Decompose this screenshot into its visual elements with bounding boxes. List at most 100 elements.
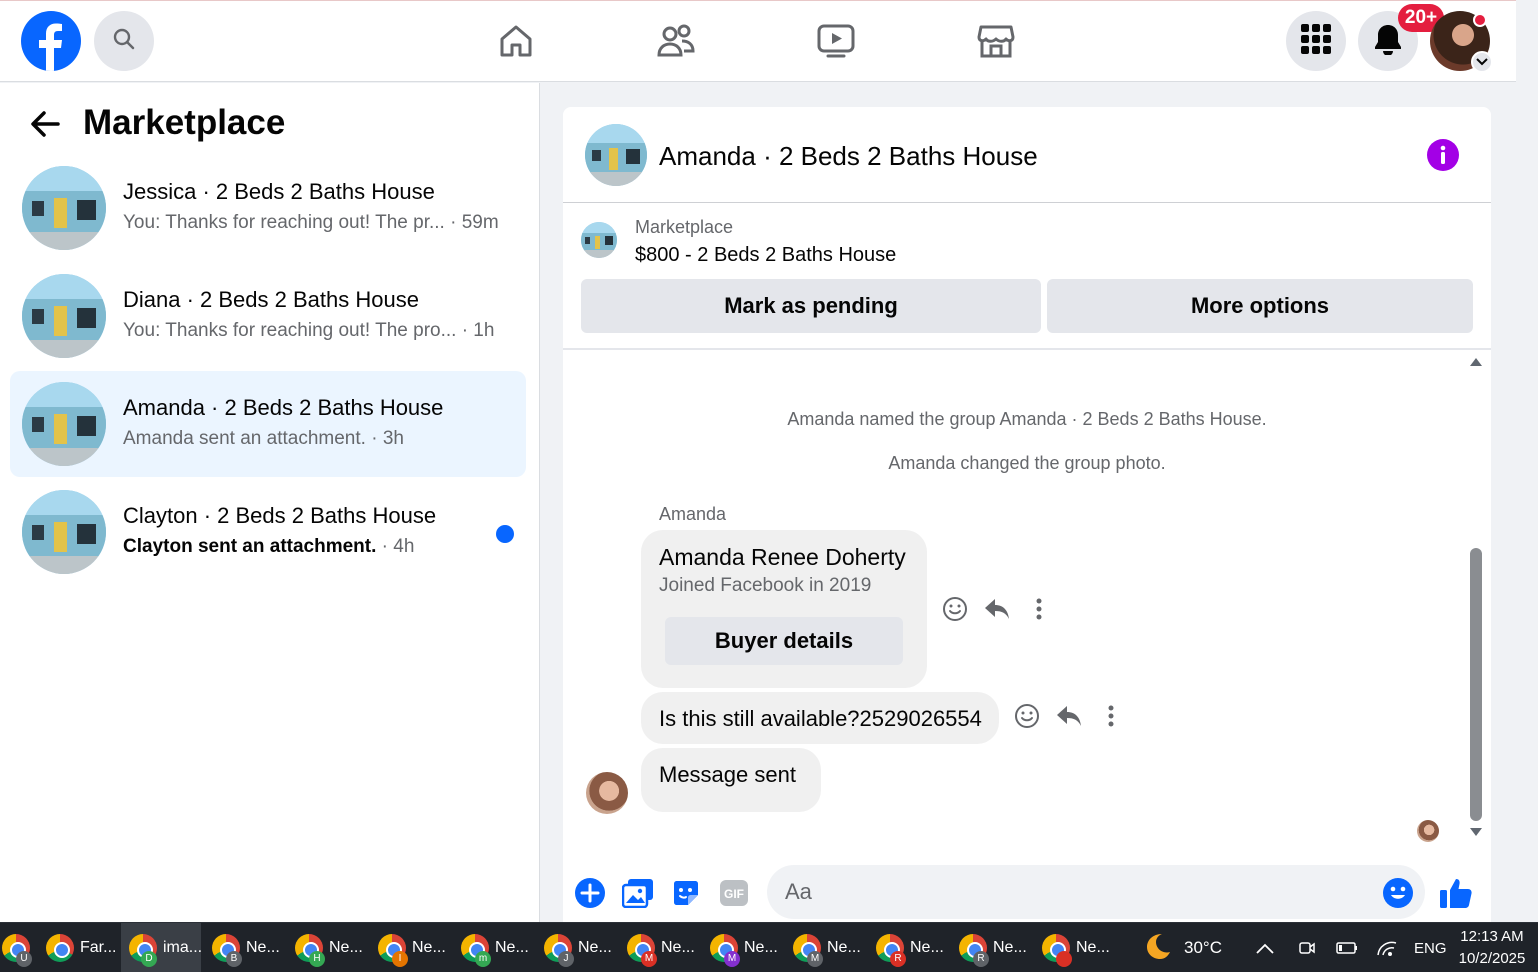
clock-time: 12:13 AM xyxy=(1460,928,1524,945)
message-bubble: Is this still available?2529026554 xyxy=(641,692,999,744)
taskbar-chrome-window[interactable]: U xyxy=(0,923,32,972)
conversation-item-clayton[interactable]: Clayton · 2 Beds 2 Baths House Clayton s… xyxy=(10,479,526,585)
conversation-snippet: Clayton sent an attachment. · 4h xyxy=(123,536,415,557)
scrollbar-thumb[interactable] xyxy=(1470,548,1482,821)
profile-badge: B xyxy=(226,951,242,967)
bell-icon xyxy=(1373,23,1403,60)
taskbar-chrome-window[interactable]: M Ne... xyxy=(619,923,699,972)
chat-group-photo[interactable] xyxy=(585,124,647,186)
message-bubble: Message sent xyxy=(641,748,821,812)
taskbar-chrome-window[interactable]: R Ne... xyxy=(868,923,948,972)
taskbar-chrome-window[interactable]: M Ne... xyxy=(785,923,865,972)
reply-icon[interactable] xyxy=(983,595,1011,623)
sender-name: Amanda xyxy=(659,504,727,524)
plus-circle-icon[interactable] xyxy=(573,876,607,910)
more-options-button[interactable]: More options xyxy=(1047,279,1473,333)
conversation-item-jessica[interactable]: Jessica · 2 Beds 2 Baths House You: Than… xyxy=(10,155,526,261)
scroll-up-arrow[interactable] xyxy=(1470,358,1482,366)
taskbar-chrome-window[interactable]: R Ne... xyxy=(951,923,1031,972)
conversation-snippet: You: Thanks for reaching out! The pro...… xyxy=(123,320,495,341)
taskbar-chrome-window[interactable]: Far... xyxy=(38,923,118,972)
show-hidden-icons-chevron-up-icon[interactable] xyxy=(1256,923,1274,972)
listing-banner: Marketplace $800 - 2 Beds 2 Baths House … xyxy=(563,204,1491,350)
taskbar-label: Ne... xyxy=(910,939,944,956)
mark-as-pending-button[interactable]: Mark as pending xyxy=(581,279,1041,333)
taskbar-chrome-window[interactable]: M Ne... xyxy=(702,923,782,972)
search-button[interactable] xyxy=(94,11,154,71)
menu-button[interactable] xyxy=(1286,11,1346,71)
taskbar-chrome-window[interactable]: I Ne... xyxy=(370,923,450,972)
chrome-icon xyxy=(46,934,74,962)
sender-avatar[interactable] xyxy=(586,772,628,814)
system-clock[interactable]: 12:13 AM 10/2/2025 xyxy=(1452,926,1532,970)
buyer-joined: Joined Facebook in 2019 xyxy=(659,575,872,596)
friends-icon[interactable] xyxy=(654,19,698,63)
message-text: Message sent xyxy=(659,762,796,787)
listing-price-title[interactable]: $800 - 2 Beds 2 Baths House xyxy=(635,244,896,267)
conversation-item-diana[interactable]: Diana · 2 Beds 2 Baths House You: Thanks… xyxy=(10,263,526,369)
taskbar-label: Ne... xyxy=(329,939,363,956)
profile-badge: M xyxy=(724,951,740,967)
back-arrow-icon[interactable] xyxy=(28,107,62,141)
listing-thumbnail xyxy=(22,382,106,466)
profile-badge: H xyxy=(309,951,325,967)
taskbar-chrome-window[interactable]: B Ne... xyxy=(204,923,284,972)
moon-icon xyxy=(1142,931,1172,966)
marketplace-icon[interactable] xyxy=(974,19,1018,63)
taskbar-chrome-window[interactable]: H Ne... xyxy=(287,923,367,972)
taskbar-label: Ne... xyxy=(578,939,612,956)
chat-title[interactable]: Amanda · 2 Beds 2 Baths House xyxy=(659,141,1038,172)
reply-icon[interactable] xyxy=(1055,702,1083,730)
photo-icon[interactable] xyxy=(621,876,655,910)
taskbar-label: Ne... xyxy=(495,939,529,956)
emoji-icon[interactable] xyxy=(1381,876,1415,910)
buyer-details-button[interactable]: Buyer details xyxy=(665,617,903,665)
taskbar-label: Ne... xyxy=(661,939,695,956)
conversation-item-amanda[interactable]: Amanda · 2 Beds 2 Baths House Amanda sen… xyxy=(10,371,526,477)
home-icon[interactable] xyxy=(494,19,538,63)
search-icon xyxy=(112,27,136,56)
profile-badge: J xyxy=(558,951,574,967)
taskbar-chrome-window[interactable]: m Ne... xyxy=(453,923,533,972)
taskbar-chrome-window-active[interactable]: D ima... xyxy=(121,923,203,972)
more-vertical-icon[interactable] xyxy=(1097,702,1125,730)
scroll-down-arrow[interactable] xyxy=(1470,828,1482,836)
conversation-name: Jessica · 2 Beds 2 Baths House xyxy=(123,179,435,204)
chat-header: Amanda · 2 Beds 2 Baths House xyxy=(563,107,1491,203)
sticker-icon[interactable] xyxy=(669,876,703,910)
info-icon[interactable] xyxy=(1427,139,1459,171)
like-thumbs-up-icon[interactable] xyxy=(1439,876,1473,910)
more-vertical-icon[interactable] xyxy=(1025,595,1053,623)
message-text: Is this still available?2529026554 xyxy=(659,706,982,731)
profile-badge: I xyxy=(392,951,408,967)
meet-now-icon[interactable] xyxy=(1298,923,1316,972)
account-chevron-down-icon[interactable] xyxy=(1471,51,1493,73)
message-thread: Amanda named the group Amanda · 2 Beds 2… xyxy=(563,352,1491,852)
profile-badge xyxy=(1056,951,1072,967)
gif-icon[interactable]: GIF xyxy=(717,876,751,910)
profile-badge: M xyxy=(807,951,823,967)
taskbar-chrome-window[interactable]: Ne... xyxy=(1034,923,1114,972)
conversation-snippet: Amanda sent an attachment. · 3h xyxy=(123,428,404,449)
video-icon[interactable] xyxy=(814,19,858,63)
taskbar-label: Ne... xyxy=(1076,939,1110,956)
weather-widget[interactable]: 30°C xyxy=(1142,923,1222,972)
message-input[interactable] xyxy=(767,865,1425,919)
profile-badge: m xyxy=(475,951,491,967)
buyer-name: Amanda Renee Doherty xyxy=(659,544,906,570)
react-smiley-icon[interactable] xyxy=(1013,702,1041,730)
listing-thumbnail[interactable] xyxy=(581,222,617,258)
grid-menu-icon xyxy=(1301,23,1331,59)
wifi-icon[interactable] xyxy=(1376,923,1398,972)
react-smiley-icon[interactable] xyxy=(941,595,969,623)
battery-icon[interactable] xyxy=(1336,923,1358,972)
facebook-logo[interactable] xyxy=(21,11,81,71)
taskbar-chrome-window[interactable]: J Ne... xyxy=(536,923,616,972)
taskbar-label: ima... xyxy=(163,939,203,956)
top-navigation-bar: 20+ xyxy=(0,0,1516,82)
listing-thumbnail xyxy=(22,274,106,358)
taskbar-label: Ne... xyxy=(827,939,861,956)
taskbar-label: Ne... xyxy=(993,939,1027,956)
language-indicator[interactable]: ENG xyxy=(1414,923,1447,972)
conversation-list-panel: Marketplace Jessica · 2 Beds 2 Baths Hou… xyxy=(0,83,540,922)
